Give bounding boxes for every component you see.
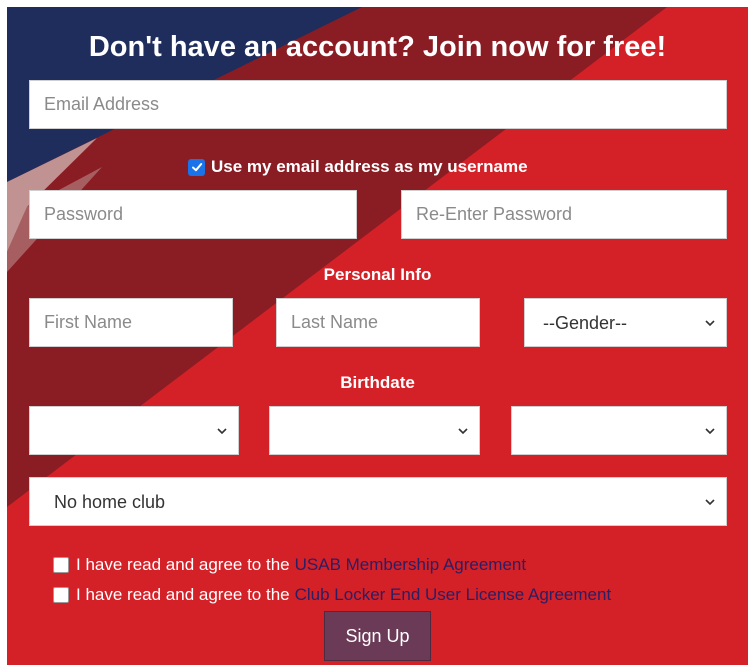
- usab-agreement-link[interactable]: USAB Membership Agreement: [295, 555, 527, 575]
- password-field[interactable]: [29, 190, 357, 239]
- sign-up-button[interactable]: Sign Up: [324, 611, 431, 661]
- chevron-down-icon: [705, 499, 715, 506]
- usab-agreement-checkbox[interactable]: [53, 557, 69, 573]
- last-name-field[interactable]: [276, 298, 480, 347]
- eula-agreement-text: I have read and agree to the: [76, 585, 290, 604]
- chevron-down-icon: [217, 428, 227, 435]
- page-title: Don't have an account? Join now for free…: [88, 31, 667, 63]
- birth-month-select[interactable]: [29, 406, 239, 455]
- chevron-down-icon: [705, 320, 715, 327]
- chevron-down-icon: [458, 428, 468, 435]
- email-field[interactable]: [29, 80, 727, 129]
- gender-select-value: --Gender--: [543, 313, 628, 333]
- home-club-select[interactable]: No home club: [29, 477, 727, 526]
- username-option[interactable]: Use my email address as my username: [188, 157, 528, 177]
- checkmark-icon: [191, 163, 202, 172]
- birth-day-select[interactable]: [269, 406, 480, 455]
- username-option-label: Use my email address as my username: [211, 157, 528, 176]
- reenter-password-field[interactable]: [401, 190, 727, 239]
- birth-year-select[interactable]: [511, 406, 727, 455]
- username-checkbox[interactable]: [188, 158, 205, 176]
- first-name-field[interactable]: [29, 298, 233, 347]
- usab-agreement-row: I have read and agree to the USAB Member…: [53, 555, 526, 575]
- personal-info-label: Personal Info: [323, 265, 432, 284]
- signup-panel: Don't have an account? Join now for free…: [7, 7, 748, 665]
- gender-select[interactable]: --Gender--: [524, 298, 727, 347]
- eula-agreement-checkbox[interactable]: [53, 587, 69, 603]
- birthdate-label: Birthdate: [340, 373, 415, 392]
- chevron-down-icon: [705, 428, 715, 435]
- home-club-value: No home club: [54, 492, 166, 512]
- eula-agreement-link[interactable]: Club Locker End User License Agreement: [295, 585, 612, 605]
- eula-agreement-row: I have read and agree to the Club Locker…: [53, 585, 611, 605]
- usab-agreement-text: I have read and agree to the: [76, 555, 290, 574]
